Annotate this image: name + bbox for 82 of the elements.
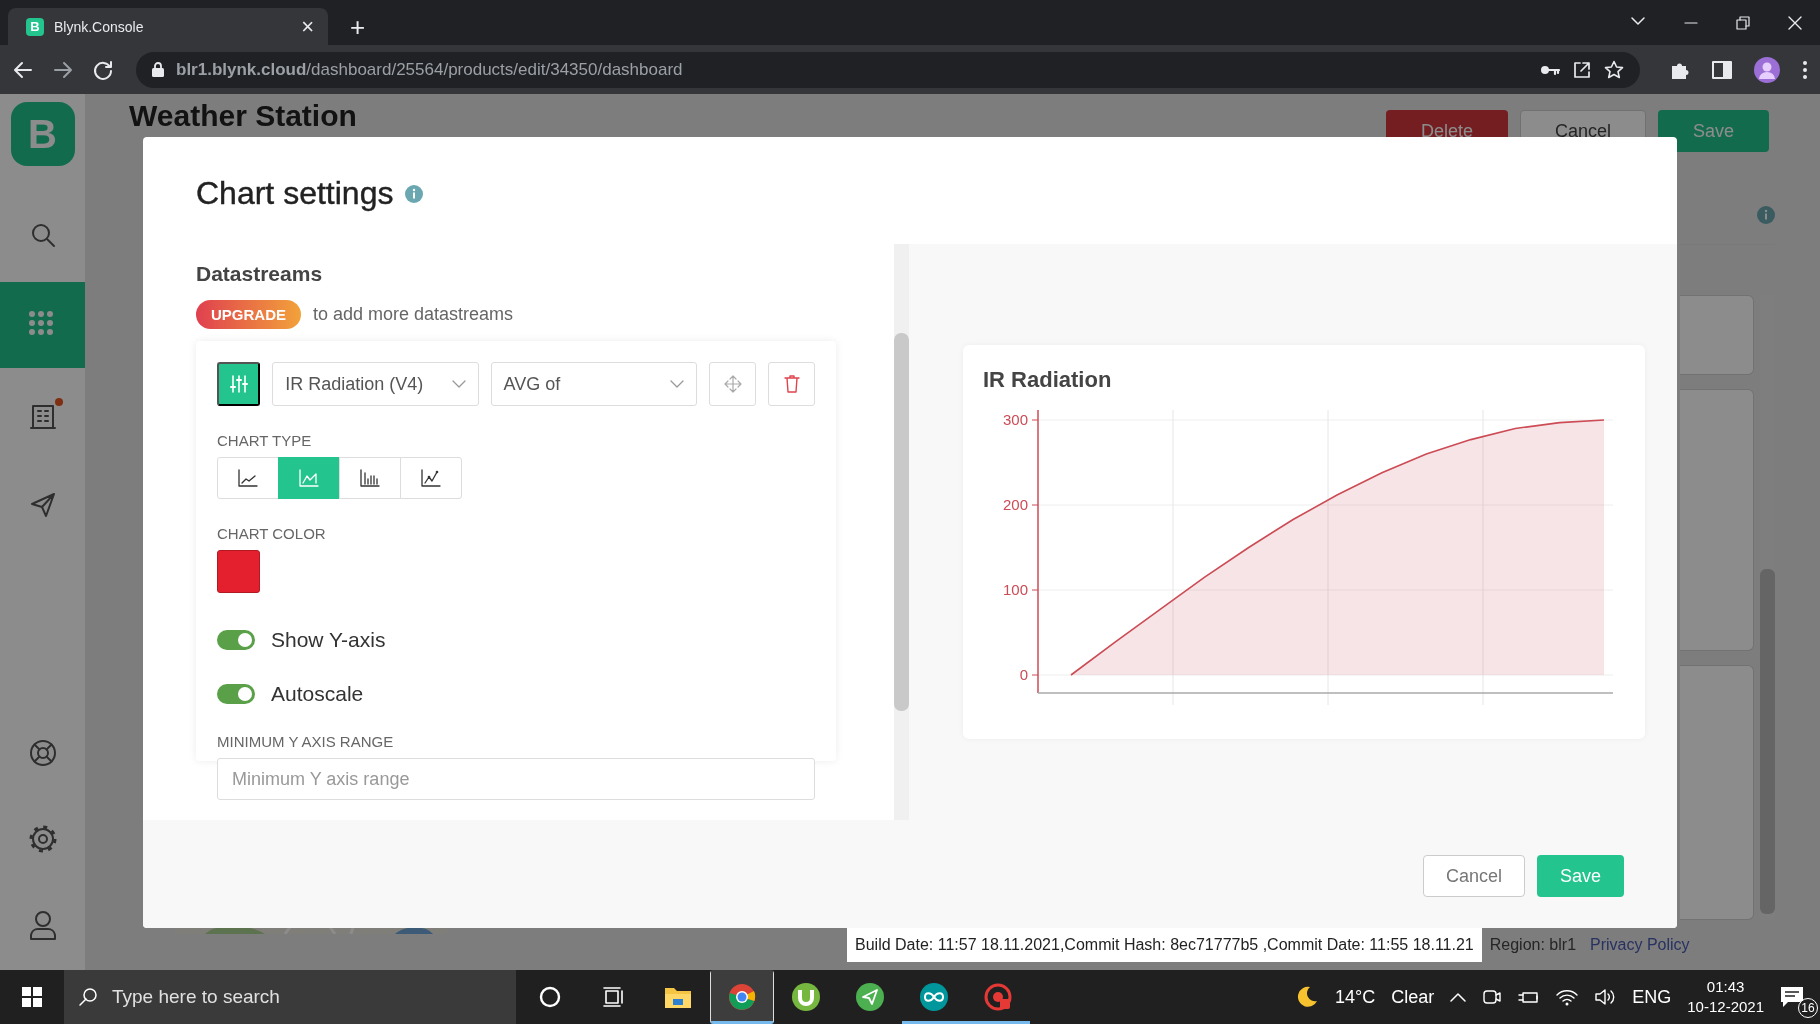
chart-type-button[interactable] [339,457,401,499]
region-label: Region: blr1 [1489,936,1577,954]
temperature[interactable]: 14°C [1335,986,1376,1008]
infinity-icon [919,982,949,1012]
chart-title: IR Radiation [983,367,1113,393]
battery-icon[interactable] [1518,989,1541,1005]
windows-icon[interactable] [22,987,42,1007]
axis-label: 0 [1019,666,1028,683]
field-label: CHART COLOR [217,525,327,542]
axis-label: 200 [1002,496,1028,513]
sidebar-icon[interactable] [1712,60,1732,79]
paper-plane-icon [855,982,885,1012]
user-icon[interactable] [28,910,57,940]
axis-label: 300 [1002,411,1028,428]
tab-title: Blynk.Console [54,18,145,35]
lifebuoy-icon[interactable] [27,738,58,768]
field-label: MINIMUM Y AXIS RANGE [217,733,395,750]
axis-label: 100 [1002,581,1028,598]
paper-plane-icon[interactable] [28,491,57,519]
build-info: Build Date: 11:57 18.11.2021,Commit Hash: 8ec71777b5 ,Commit Date: 11:55 18.11.21 [847,928,1482,962]
field-label: CHART TYPE [217,432,313,449]
lock-icon [152,62,164,77]
speaker-icon[interactable] [1594,988,1617,1006]
upgrade-text: to add more datastreams [313,304,514,325]
moon-icon[interactable] [1295,985,1319,1009]
restore-icon[interactable] [1736,15,1750,30]
search-field[interactable]: Type here to search [64,970,516,1024]
dialog-title: Chart settings [196,175,394,212]
message-icon[interactable] [1780,986,1804,1008]
cancel-button[interactable]: Cancel [1422,855,1525,897]
trash-icon [783,375,800,393]
chevron-down-icon[interactable] [1630,15,1646,26]
clock-date[interactable]: 10-12-2021 [1687,997,1764,1017]
language-indicator[interactable]: ENG [1632,986,1672,1008]
datastream-select[interactable]: IR Radiation (V4) [272,362,479,406]
record-icon [983,982,1013,1012]
aggregation-select[interactable]: AVG of [490,362,698,406]
share-icon[interactable] [1572,59,1592,80]
chart-type-button[interactable] [217,457,279,499]
sliders-icon [229,375,248,393]
clock-time[interactable]: 01:43 [1706,977,1745,997]
input-field[interactable]: Minimum Y axis range [217,758,815,800]
kebab-menu-icon[interactable] [1802,59,1808,80]
reload-icon[interactable] [92,58,114,81]
chevron-down-icon [451,380,466,388]
close-icon[interactable] [1788,15,1802,30]
bar-chart-icon [359,468,381,488]
settings-icon[interactable] [27,824,58,854]
chevron-down-icon [670,380,685,388]
address-bar[interactable]: blr1.blynk.cloud/dashboard/25564/products/edit/34350/dashboard [136,51,1640,88]
toggle-label: Show Y-axis [271,628,386,652]
weather-condition[interactable]: Clear [1391,986,1435,1008]
favicon: B [26,17,44,36]
key-icon[interactable] [1540,63,1560,76]
task-view-icon [603,986,625,1008]
toggle-switch[interactable] [217,630,255,650]
circle-icon [539,986,561,1008]
point-chart-icon [420,468,442,488]
wifi-icon[interactable] [1556,988,1579,1006]
chart-type-button[interactable] [400,457,462,499]
folder-icon [664,985,692,1009]
color-swatch[interactable] [217,550,260,593]
camera-icon[interactable] [1482,987,1503,1007]
page-title: Weather Station [129,98,357,134]
caret-up-icon[interactable] [1450,992,1467,1002]
area-chart-icon [298,468,320,488]
taskbar-app[interactable] [710,970,774,1024]
toggle-switch[interactable] [217,684,255,704]
notification-count: 16 [1798,998,1818,1018]
avatar-icon[interactable] [1754,56,1780,83]
scrollbar[interactable] [894,244,909,820]
browser-tab[interactable]: B Blynk.Console × [8,8,328,45]
new-tab-button[interactable]: + [346,13,370,41]
info-icon[interactable] [405,184,424,203]
toggle-label: Autoscale [271,682,364,706]
move-icon [723,375,742,393]
close-tab-button[interactable]: × [297,15,318,38]
section-title: Datastreams [196,262,324,286]
star-icon[interactable] [1604,59,1624,80]
settings-button[interactable] [217,362,261,406]
delete-button[interactable] [768,362,815,406]
line-chart-icon [237,468,259,488]
